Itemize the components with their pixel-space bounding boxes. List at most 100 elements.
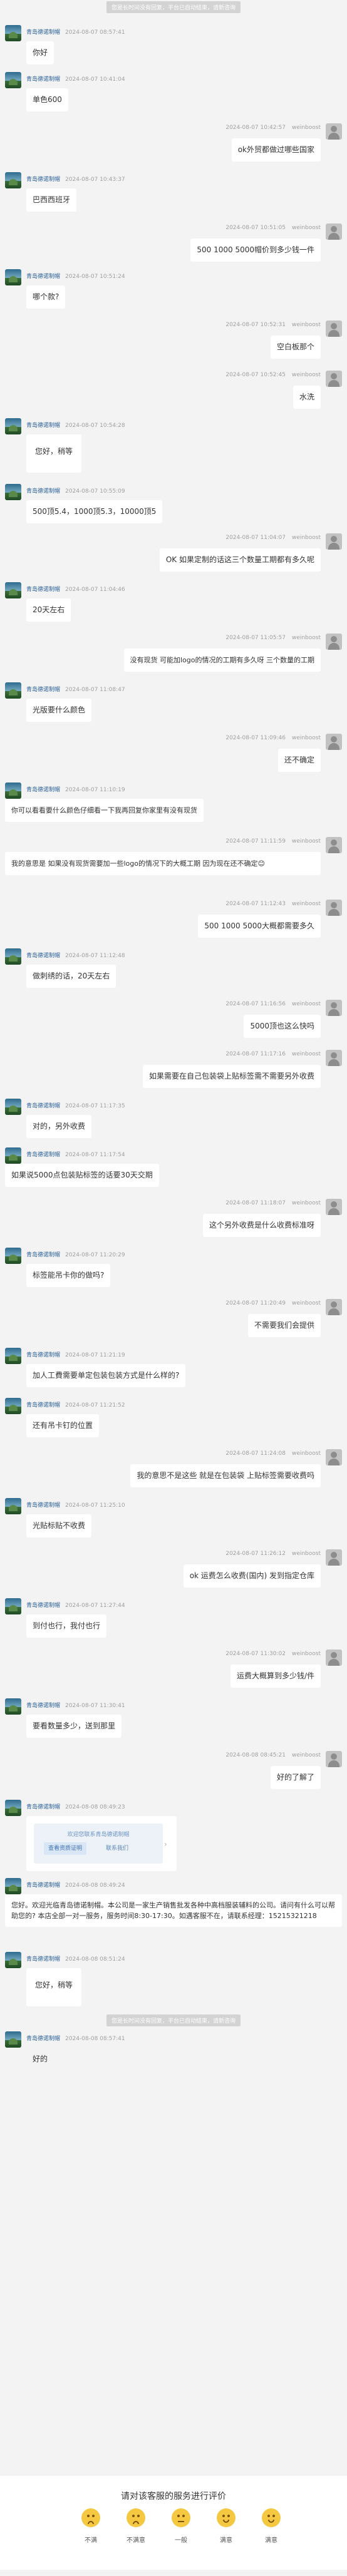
sender-name: 青岛德诺制帽 bbox=[26, 29, 61, 36]
message-bubble: 没有现货 可能加logo的情况的工期有多久呀 三个数量的工期 bbox=[123, 649, 321, 672]
message-bubble: 我的意思是 如果没有现货需要加一些logo的情况下的大概工期 因为现在还不确定😊 bbox=[5, 852, 321, 875]
message-bubble: ok 运费怎么收费(国内) 发到指定仓库 bbox=[183, 1564, 321, 1588]
sender-name: weinboost bbox=[291, 735, 321, 741]
sender-name: 青岛德诺制帽 bbox=[26, 1103, 61, 1109]
rating-option[interactable]: 不满 bbox=[75, 2508, 106, 2544]
sender-name: weinboost bbox=[291, 1300, 321, 1306]
agent-avatar bbox=[5, 582, 21, 598]
customer-avatar bbox=[326, 1299, 342, 1315]
message-time: 2024-08-08 08:51:24 bbox=[65, 1956, 125, 1963]
agent-avatar bbox=[5, 1878, 21, 1894]
message-time: 2024-08-07 10:41:04 bbox=[65, 76, 125, 83]
message-time: 2024-08-07 11:08:47 bbox=[65, 687, 125, 693]
rating-title: 请对该客服的服务进行评价 bbox=[121, 2491, 226, 2502]
message-time: 2024-08-07 10:43:37 bbox=[65, 177, 125, 183]
message-time: 2024-08-07 11:21:52 bbox=[65, 1402, 125, 1409]
message-bubble: 光贴标贴不收费 bbox=[26, 1514, 92, 1537]
message-bubble: 到付也行，我付也行 bbox=[26, 1614, 107, 1638]
customer-avatar bbox=[326, 1000, 342, 1016]
sender-name: weinboost bbox=[291, 535, 321, 541]
message-bubble: 还不确定 bbox=[277, 749, 321, 772]
sender-name: weinboost bbox=[291, 901, 321, 907]
sender-name: 青岛德诺制帽 bbox=[26, 687, 61, 693]
welcome-card-title: 欢迎您联系青岛德诺制帽 bbox=[67, 1832, 130, 1838]
message-time: 2024-08-07 11:18:07 bbox=[225, 1200, 286, 1206]
sender-name: 青岛德诺制帽 bbox=[26, 953, 61, 959]
message-bubble: 标签能吊卡你的做吗? bbox=[26, 1264, 111, 1287]
message-bubble: 哪个款? bbox=[26, 285, 66, 309]
agent-avatar bbox=[5, 682, 21, 699]
sender-name: weinboost bbox=[291, 838, 321, 844]
sender-name: 青岛德诺制帽 bbox=[26, 1804, 61, 1810]
sender-name: 青岛德诺制帽 bbox=[26, 1882, 61, 1889]
message-time: 2024-08-07 11:05:57 bbox=[225, 635, 286, 641]
rating-option[interactable]: 不满意 bbox=[120, 2508, 152, 2544]
message-time: 2024-08-07 11:20:49 bbox=[225, 1300, 286, 1306]
customer-avatar bbox=[326, 1449, 342, 1465]
message-bubble: 单色600 bbox=[26, 88, 68, 111]
message-time: 2024-08-07 10:55:09 bbox=[65, 488, 125, 495]
sender-name: weinboost bbox=[291, 372, 321, 378]
rating-label: 满意 bbox=[265, 2537, 277, 2544]
sender-name: weinboost bbox=[291, 1051, 321, 1057]
message-time: 2024-08-07 10:42:57 bbox=[225, 125, 286, 131]
message-time: 2024-08-07 11:30:41 bbox=[65, 1703, 125, 1709]
agent-avatar bbox=[5, 2031, 21, 2048]
message-bubble: ok外贸都做过哪些国家 bbox=[231, 138, 321, 162]
happy-face-icon bbox=[262, 2508, 281, 2527]
agent-avatar bbox=[5, 1348, 21, 1364]
rating-options: 不满 不满意 一般 满意 满意 bbox=[75, 2508, 288, 2552]
sender-name: 青岛德诺制帽 bbox=[26, 1352, 61, 1358]
sender-name: 青岛德诺制帽 bbox=[26, 1502, 61, 1509]
message-time: 2024-08-07 11:04:07 bbox=[225, 535, 286, 541]
sender-name: 青岛德诺制帽 bbox=[26, 2036, 61, 2042]
welcome-card[interactable]: 欢迎您联系青岛德诺制帽 查看资质证明 联系我们 › bbox=[26, 1816, 177, 1871]
message-time: 2024-08-07 11:04:46 bbox=[65, 587, 125, 593]
view-qualification-button[interactable]: 查看资质证明 bbox=[44, 1842, 87, 1855]
sender-name: weinboost bbox=[291, 1450, 321, 1457]
sender-name: 青岛德诺制帽 bbox=[26, 1703, 61, 1709]
agent-avatar bbox=[5, 25, 21, 41]
system-notice-top: 您是长时间没有回复，平台已自动结束，请新咨询 bbox=[106, 1, 241, 13]
message-bubble: 我的意思不是这些 就是在包装袋 上贴标签需要收费吗 bbox=[130, 1464, 321, 1487]
message-time: 2024-08-07 11:17:54 bbox=[65, 1152, 125, 1158]
agent-avatar bbox=[5, 269, 21, 285]
customer-avatar bbox=[326, 223, 342, 240]
message-bubble: 如果说5000点包装贴标签的话要30天交期 bbox=[5, 1164, 159, 1187]
sender-name: 青岛德诺制帽 bbox=[26, 423, 61, 429]
system-notice-bottom: 您是长时间没有回复，平台已自动结束，请新咨询 bbox=[106, 2014, 241, 2026]
rating-label: 不满 bbox=[85, 2537, 97, 2544]
agent-avatar bbox=[5, 1800, 21, 1816]
sender-name: weinboost bbox=[291, 225, 321, 231]
rating-option[interactable]: 一般 bbox=[165, 2508, 197, 2544]
sender-name: weinboost bbox=[291, 125, 321, 131]
sender-name: 青岛德诺制帽 bbox=[26, 274, 61, 280]
customer-avatar bbox=[326, 123, 342, 140]
message-time: 2024-08-07 11:17:35 bbox=[65, 1103, 125, 1109]
message-bubble: 做刺绣的话，20天左右 bbox=[26, 965, 117, 988]
message-bubble: 水洗 bbox=[293, 386, 321, 409]
contact-us-button[interactable]: 联系我们 bbox=[101, 1842, 133, 1855]
agent-avatar bbox=[5, 1248, 21, 1264]
message-time: 2024-08-07 11:30:02 bbox=[225, 1651, 286, 1657]
message-time: 2024-08-08 08:45:21 bbox=[225, 1752, 286, 1758]
message-bubble: 500顶5.4，1000顶5.3，10000顶5 bbox=[26, 500, 163, 523]
message-time: 2024-08-07 11:10:19 bbox=[65, 787, 125, 793]
sender-name: weinboost bbox=[291, 1200, 321, 1206]
agent-avatar bbox=[5, 1498, 21, 1514]
customer-avatar bbox=[326, 1650, 342, 1666]
message-bubble: 巴西西班牙 bbox=[26, 188, 77, 212]
sender-name: weinboost bbox=[291, 322, 321, 328]
message-bubble: 您好。欢迎光临青岛德诺制帽。本公司是一家生产销售批发各种中高档服装辅料的公司。请… bbox=[5, 1894, 342, 1927]
rating-option[interactable]: 满意 bbox=[256, 2508, 287, 2544]
sender-name: weinboost bbox=[291, 1001, 321, 1007]
customer-avatar bbox=[326, 1751, 342, 1767]
message-bubble: 对的，另外收费 bbox=[26, 1115, 92, 1138]
agent-avatar bbox=[5, 783, 21, 799]
rating-option[interactable]: 满意 bbox=[210, 2508, 242, 2544]
angry-face-icon bbox=[81, 2508, 100, 2527]
customer-avatar bbox=[326, 634, 342, 650]
agent-avatar bbox=[5, 1698, 21, 1715]
message-time: 2024-08-07 11:12:43 bbox=[225, 901, 286, 907]
rating-label: 不满意 bbox=[127, 2537, 145, 2544]
